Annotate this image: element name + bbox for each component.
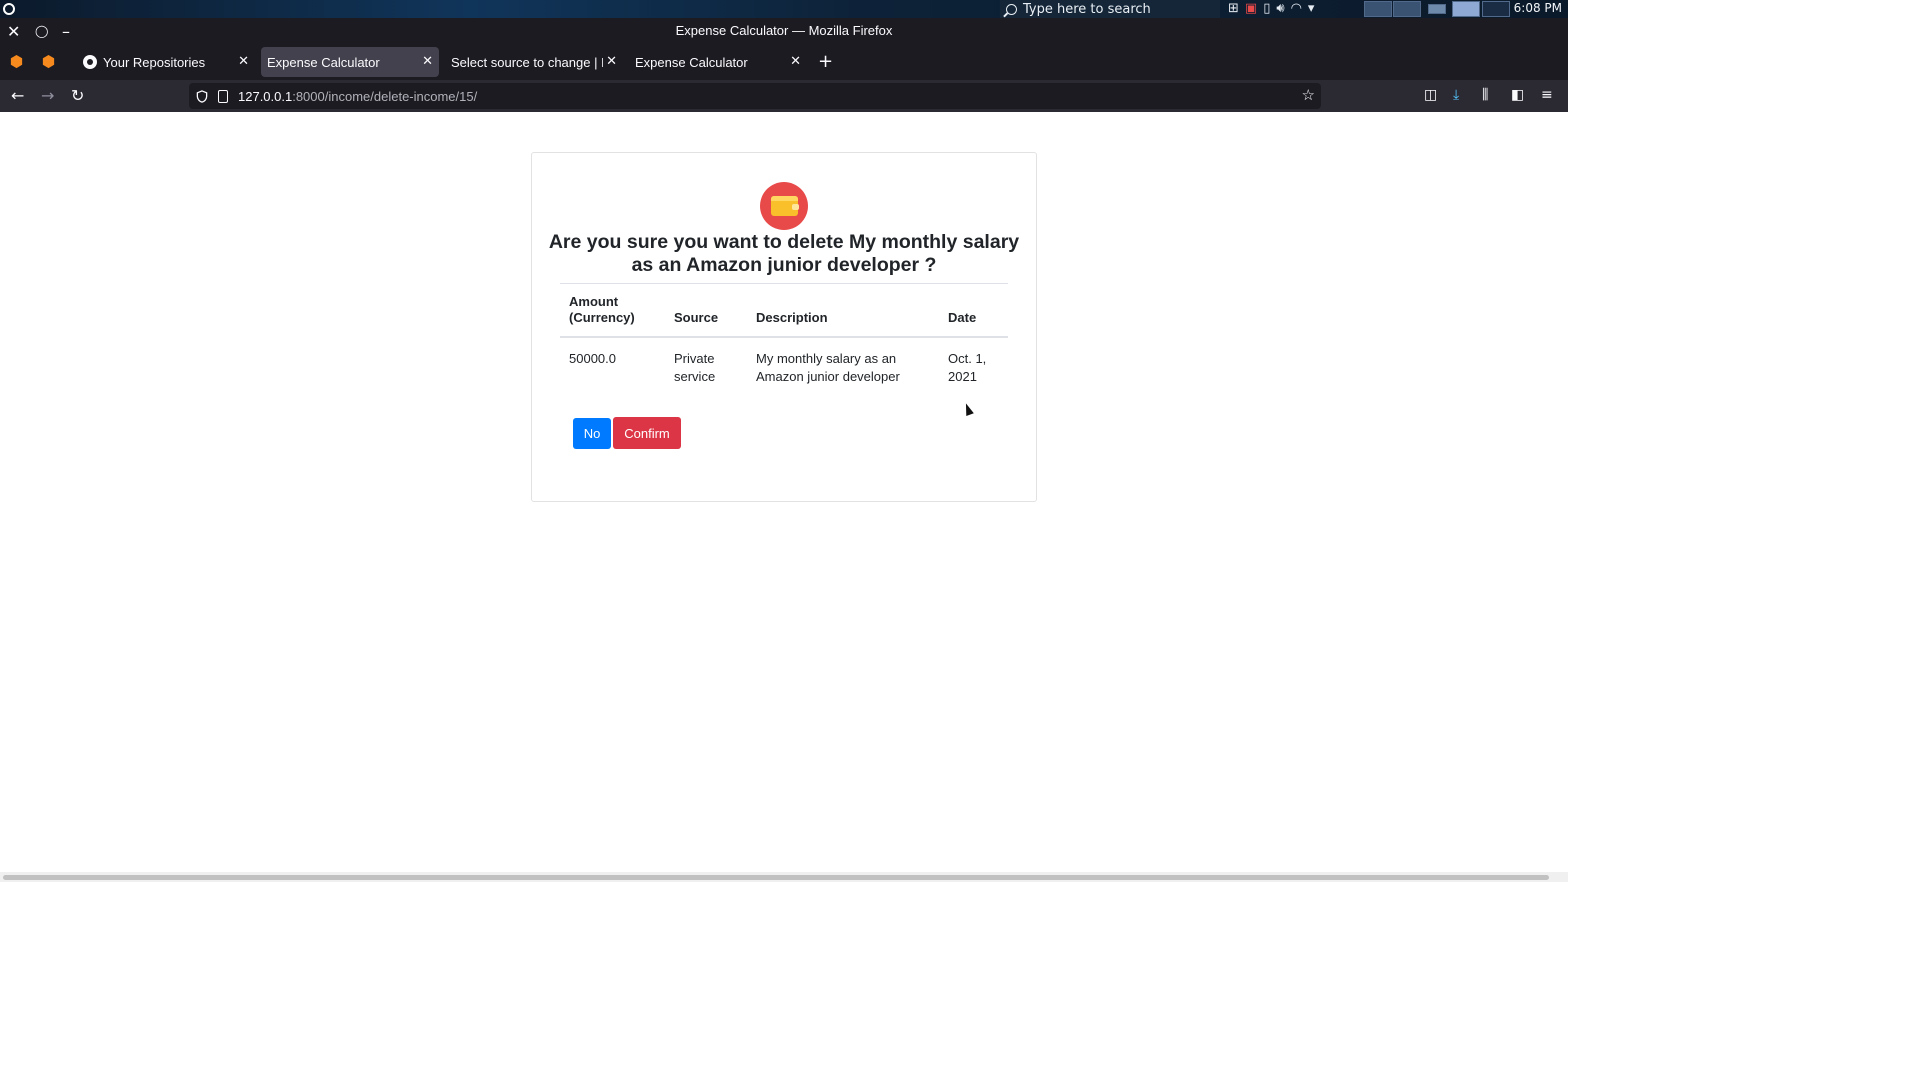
delete-confirmation-heading: Are you sure you want to delete My month… [548, 231, 1020, 276]
virtual-desktop-1[interactable] [1364, 1, 1392, 17]
no-button[interactable]: No [573, 418, 611, 449]
virtual-desktop-3[interactable] [1428, 4, 1446, 14]
tab-label: Your Repositories [103, 54, 206, 70]
tab-label: Expense Calculator [267, 54, 380, 70]
tab-select-source[interactable]: Select source to change | Djan ✕ [445, 47, 623, 77]
window-titlebar: ✕ ◯ – Expense Calculator — Mozilla Firef… [0, 18, 1568, 44]
new-tab-button[interactable]: + [818, 51, 833, 72]
notification-icon[interactable]: ▣ [1245, 1, 1257, 16]
github-icon [83, 55, 97, 69]
library-icon[interactable]: ⫼ [1482, 87, 1488, 103]
url-host: 127.0.0.1 [238, 88, 293, 104]
tab-label: Select source to change | Djan [451, 54, 603, 70]
tab-expense-calculator-active[interactable]: Expense Calculator ✕ [261, 47, 439, 77]
table-row: 50000.0 Private service My monthly salar… [560, 337, 1008, 394]
back-button[interactable]: ← [11, 86, 24, 105]
url-path: :8000/income/delete-income/15/ [292, 88, 478, 104]
tray-expand-icon[interactable]: ▾ [1308, 1, 1315, 16]
cell-date: Oct. 1, 2021 [948, 351, 987, 384]
url-bar[interactable]: 127.0.0.1 :8000/income/delete-income/15/… [189, 83, 1321, 109]
app-launcher-icon[interactable] [3, 3, 15, 15]
delete-confirmation-card: Are you sure you want to delete My month… [531, 152, 1037, 502]
close-tab-icon[interactable]: ✕ [422, 53, 433, 69]
column-header-amount: Amount (Currency) [569, 294, 635, 325]
volume-icon[interactable]: 🔊︎ [1276, 1, 1284, 16]
tab-label: Expense Calculator [635, 54, 748, 70]
os-top-panel: Type here to search ⊞ ▣ ▯ 🔊︎ ◠ ▾ 6:08 PM [0, 0, 1568, 18]
horizontal-scrollbar[interactable] [0, 872, 1568, 882]
tab-expense-calculator[interactable]: Expense Calculator ✕ [629, 47, 807, 77]
page-info-icon[interactable] [218, 89, 228, 103]
scrollbar-thumb[interactable] [3, 875, 1549, 880]
search-icon [1006, 3, 1017, 15]
close-tab-icon[interactable]: ✕ [606, 53, 617, 69]
cell-amount: 50000.0 [569, 351, 616, 366]
column-header-source: Source [674, 310, 719, 325]
sidebar-icon[interactable]: ◧ [1511, 87, 1524, 103]
wifi-icon[interactable]: ◠ [1291, 1, 1302, 16]
column-header-date: Date [948, 310, 977, 325]
os-clock[interactable]: 6:08 PM [1514, 1, 1562, 15]
window-title: Expense Calculator — Mozilla Firefox [675, 23, 893, 38]
close-tab-icon[interactable]: ✕ [238, 53, 249, 69]
forward-button[interactable]: → [41, 86, 54, 105]
os-search-placeholder: Type here to search [1023, 1, 1151, 17]
wallet-icon [760, 182, 808, 230]
bookmark-star-icon[interactable]: ☆ [1302, 86, 1315, 104]
income-details-table: Amount (Currency) Source Description Dat… [560, 283, 1008, 394]
reload-button[interactable]: ↻ [71, 86, 84, 105]
downloads-icon[interactable]: ⤓ [1453, 87, 1459, 103]
pinned-tab-extension-icon[interactable] [9, 54, 24, 69]
column-header-description: Description [756, 310, 828, 325]
task-manager-icon[interactable]: ⊞ [1228, 1, 1239, 16]
tracking-protection-icon[interactable] [196, 89, 208, 103]
close-tab-icon[interactable]: ✕ [790, 53, 801, 69]
menu-icon[interactable]: ≡ [1541, 87, 1553, 103]
table-header-row: Amount (Currency) Source Description Dat… [560, 283, 1008, 337]
os-search-box[interactable]: Type here to search [1000, 0, 1220, 18]
virtual-desktop-5[interactable] [1482, 1, 1510, 17]
pinned-tab-extension-icon[interactable] [41, 54, 56, 69]
confirm-delete-button[interactable]: Confirm [613, 417, 681, 449]
tab-your-repositories[interactable]: Your Repositories ✕ [77, 47, 255, 77]
clipboard-icon[interactable]: ▯ [1263, 1, 1270, 16]
cell-source: Private service [674, 351, 716, 384]
virtual-desktop-4[interactable] [1452, 1, 1480, 17]
navigation-toolbar: ← → ↻ 127.0.0.1 :8000/income/delete-inco… [0, 80, 1568, 112]
page-content: Are you sure you want to delete My month… [0, 112, 1568, 872]
tab-strip: Your Repositories ✕ Expense Calculator ✕… [0, 44, 1568, 80]
virtual-desktop-2[interactable] [1393, 1, 1421, 17]
pocket-icon[interactable]: ◫ [1424, 87, 1437, 103]
cell-description: My monthly salary as an Amazon junior de… [756, 351, 900, 384]
system-tray: ⊞ ▣ ▯ 🔊︎ ◠ ▾ [1228, 1, 1314, 16]
